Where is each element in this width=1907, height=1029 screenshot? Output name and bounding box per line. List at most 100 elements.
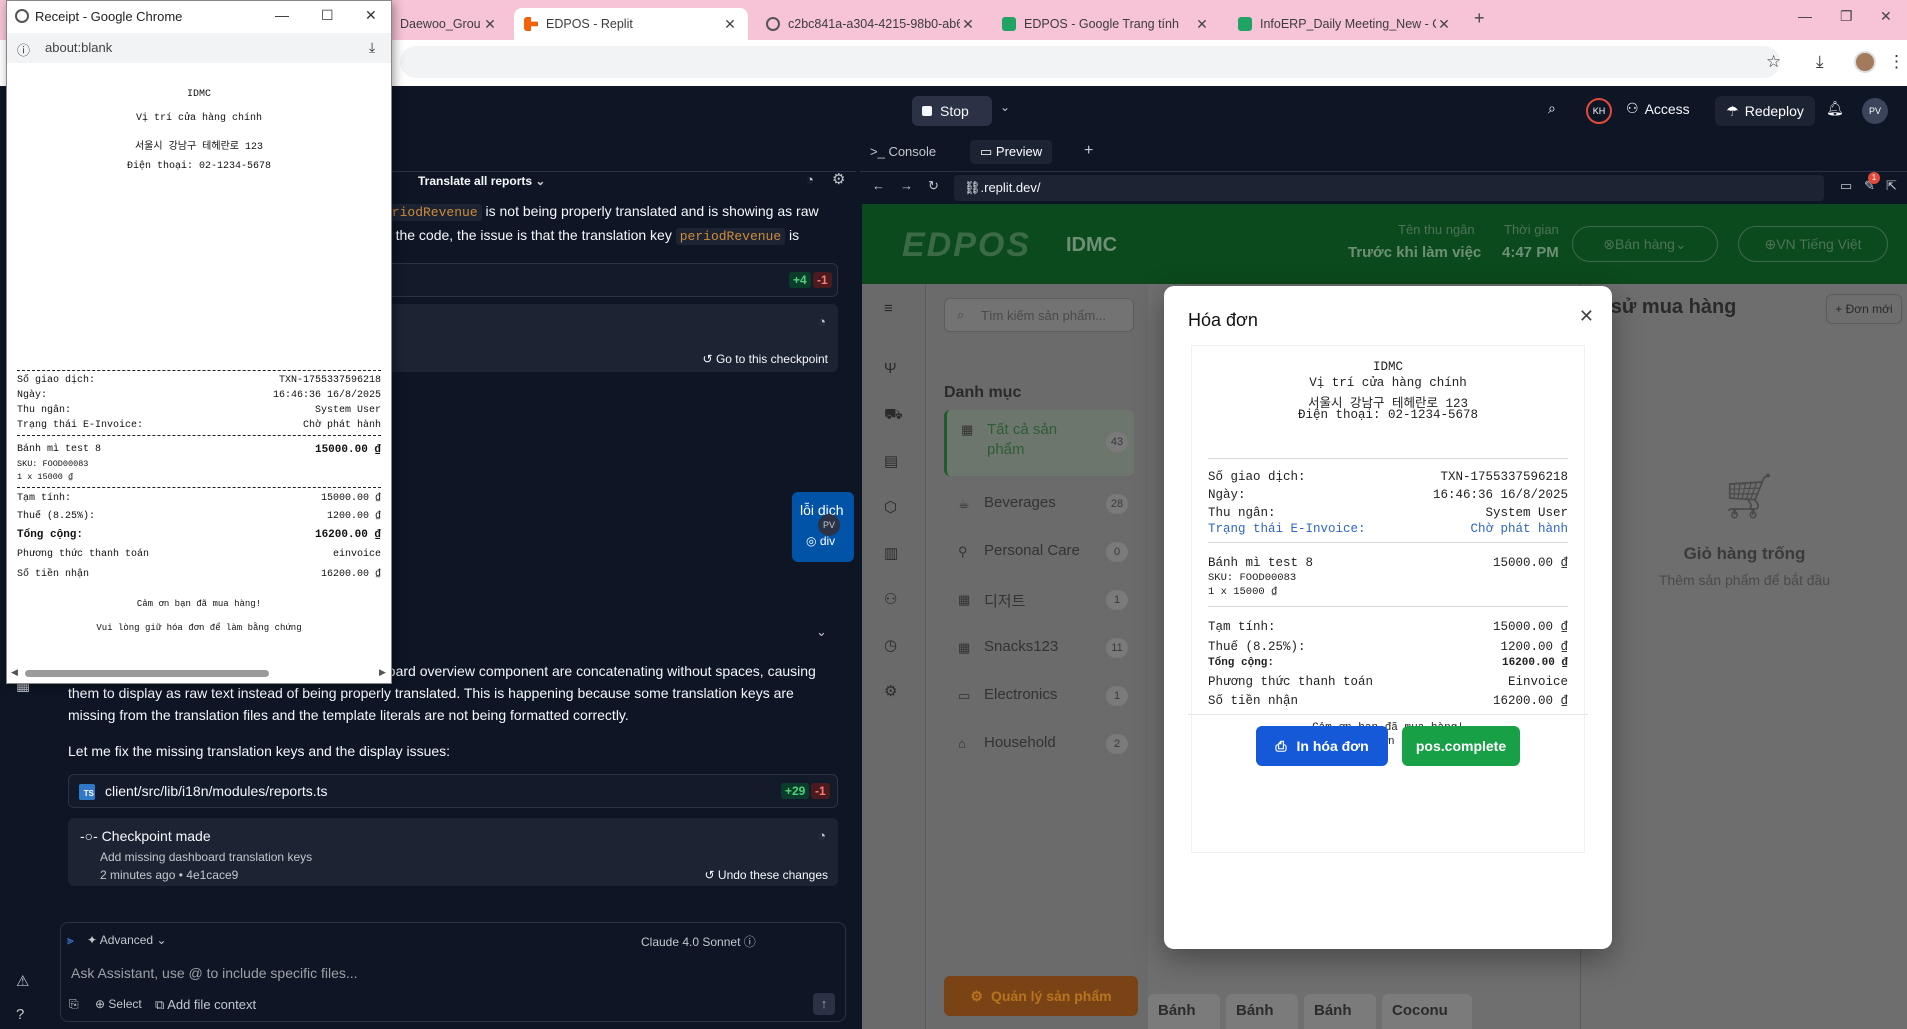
speedometer-icon[interactable]: ◔ bbox=[806, 172, 814, 187]
notification-bell-icon[interactable]: 🔔︎ bbox=[1826, 100, 1844, 117]
undo-changes-link[interactable]: ↺ Undo these changes bbox=[705, 868, 828, 882]
chart-icon[interactable]: ▥ bbox=[884, 544, 898, 562]
category-item-household[interactable]: ⌂ Household 2 bbox=[944, 724, 1134, 764]
close-icon[interactable]: ✕ bbox=[1579, 306, 1594, 327]
print-invoice-button[interactable]: ⎙ In hóa đơn bbox=[1256, 726, 1388, 766]
additions-count: +29 bbox=[781, 783, 810, 799]
speedometer-icon[interactable]: ◔ bbox=[818, 314, 826, 329]
attach-icon[interactable]: ⎘ bbox=[69, 997, 79, 1012]
category-item-snacks[interactable]: ▦ Snacks123 11 bbox=[944, 628, 1134, 668]
tab-daewoo[interactable]: Daewoo_Grou ✕ bbox=[390, 8, 508, 40]
tab-uuid[interactable]: c2bc841a-a304-4215-98b0-ab6 ✕ bbox=[756, 8, 986, 40]
download-icon[interactable]: ⤓ bbox=[369, 39, 375, 56]
category-item-beverages[interactable]: ☕︎ Beverages 28 bbox=[944, 484, 1134, 524]
category-item-personal-care[interactable]: ⚲ Personal Care 0 bbox=[944, 532, 1134, 572]
message-text: is bbox=[785, 227, 800, 243]
sales-mode-button[interactable]: ⊗ Bán hàng ⌄ bbox=[1572, 226, 1718, 262]
file-change-row-1[interactable]: +4 -1 bbox=[380, 263, 838, 297]
close-icon[interactable]: ✕ bbox=[1436, 16, 1452, 33]
omnibox[interactable] bbox=[400, 46, 1780, 78]
language-selector[interactable]: ⊕ VN Tiếng Việt bbox=[1738, 226, 1888, 262]
bookmark-star-icon[interactable]: ☆ bbox=[1766, 52, 1781, 72]
product-card[interactable]: Coconu bbox=[1382, 994, 1472, 1029]
avatar-kh[interactable]: KH bbox=[1586, 98, 1612, 124]
download-icon[interactable]: ⤓ bbox=[1816, 52, 1824, 72]
close-window-icon[interactable]: ✕ bbox=[1880, 8, 1892, 25]
scroll-right-icon[interactable]: ▶ bbox=[379, 667, 386, 678]
forward-arrow-icon[interactable]: → bbox=[900, 178, 913, 193]
popup-date-value: 16:46:36 16/8/2025 bbox=[272, 390, 381, 401]
profile-avatar[interactable] bbox=[1854, 51, 1876, 73]
tax-value: 1200.00 ₫ bbox=[1500, 640, 1568, 654]
manage-products-button[interactable]: ⚙ Quản lý sản phẩm bbox=[944, 976, 1138, 1016]
new-order-button[interactable]: + Đơn mới bbox=[1826, 294, 1902, 324]
tab-edpos-replit[interactable]: EDPOS - Replit ✕ bbox=[514, 8, 748, 40]
send-button[interactable]: ↑ bbox=[813, 993, 835, 1015]
avatar-pv[interactable]: PV bbox=[1862, 98, 1888, 124]
model-label: Claude 4.0 Sonnet bbox=[641, 935, 741, 949]
maximize-icon[interactable]: ☐ bbox=[321, 7, 334, 24]
stop-menu-chevron-icon[interactable]: ⌄ bbox=[1000, 100, 1010, 114]
close-icon[interactable]: ✕ bbox=[960, 16, 976, 33]
file-change-row-2[interactable]: TS client/src/lib/i18n/modules/reports.t… bbox=[68, 774, 838, 808]
product-card[interactable]: Bánh bbox=[1148, 994, 1220, 1029]
menu-dots-icon[interactable]: ⋮ bbox=[1888, 52, 1905, 72]
category-item-all[interactable]: ▦ Tất cả sản phẩm 43 bbox=[944, 410, 1134, 476]
close-icon[interactable]: ✕ bbox=[365, 7, 377, 24]
utensils-icon[interactable]: Ψ bbox=[884, 360, 897, 377]
horizontal-scrollbar[interactable] bbox=[25, 670, 269, 677]
help-icon[interactable]: ? bbox=[16, 1006, 24, 1023]
category-item-electronics[interactable]: ▭ Electronics 1 bbox=[944, 676, 1134, 716]
tab-edpos-sheet[interactable]: EDPOS - Google Trang tính ✕ bbox=[992, 8, 1220, 40]
tab-infoerp[interactable]: InfoERP_Daily Meeting_New - C ✕ bbox=[1228, 8, 1462, 40]
restore-icon[interactable]: ❐ bbox=[1840, 8, 1853, 25]
agent-thread-title[interactable]: Translate all reports ⌄ bbox=[418, 174, 545, 188]
settings-gear-icon[interactable]: ⚙ bbox=[832, 170, 845, 188]
product-card[interactable]: Bánh bbox=[1226, 994, 1298, 1029]
redeploy-button[interactable]: ☂ Redeploy bbox=[1715, 96, 1815, 126]
tab-preview[interactable]: ▭ Preview bbox=[970, 140, 1053, 164]
document-icon[interactable]: ▤ bbox=[884, 452, 898, 470]
new-tab-icon[interactable]: + bbox=[1474, 8, 1485, 29]
model-selector[interactable]: Claude 4.0 Sonnet ⓘ bbox=[641, 933, 756, 950]
speedometer-icon[interactable]: ◔ bbox=[818, 828, 826, 843]
open-new-window-icon[interactable]: ⇱ bbox=[1886, 178, 1897, 194]
element-tag-chip[interactable]: ◎ div bbox=[806, 534, 835, 548]
product-search-input[interactable]: ⌕ Tìm kiếm sản phẩm... bbox=[944, 298, 1134, 332]
reload-icon[interactable]: ↻ bbox=[928, 178, 939, 194]
search-icon[interactable]: ⌕ bbox=[1548, 100, 1556, 117]
collapse-chevron-icon[interactable]: ⌄ bbox=[816, 624, 827, 640]
category-item-dessert[interactable]: ▦ 디저트 1 bbox=[944, 580, 1134, 620]
advanced-dropdown[interactable]: ✦ Advanced ⌄ bbox=[87, 933, 167, 947]
minimize-icon[interactable]: — bbox=[1798, 8, 1812, 24]
assistant-input[interactable]: Ask Assistant, use @ to include specific… bbox=[71, 965, 358, 981]
txn-label: Số giao dịch: bbox=[1208, 470, 1306, 484]
bug-icon[interactable]: ⚠ bbox=[16, 972, 29, 990]
select-element-button[interactable]: ⊕ Select bbox=[95, 997, 142, 1011]
close-icon[interactable]: ✕ bbox=[482, 16, 498, 33]
close-icon[interactable]: ✕ bbox=[1194, 16, 1210, 33]
preview-url-input[interactable]: ⛓.replit.dev/ bbox=[954, 175, 1824, 201]
popup-url[interactable]: about:blank bbox=[45, 40, 112, 55]
go-to-checkpoint-link[interactable]: ↺ Go to this checkpoint bbox=[703, 352, 828, 366]
add-tab-icon[interactable]: + bbox=[1084, 142, 1093, 160]
stop-button[interactable]: Stop bbox=[912, 96, 992, 126]
clock-icon[interactable]: ◷ bbox=[884, 636, 897, 654]
info-icon[interactable]: ⓘ bbox=[17, 40, 30, 59]
access-button[interactable]: ⚇ Access bbox=[1626, 100, 1690, 117]
scroll-left-icon[interactable]: ◀ bbox=[11, 667, 18, 678]
cart-icon[interactable]: ⛟ bbox=[884, 406, 903, 425]
close-icon[interactable]: ✕ bbox=[722, 16, 738, 33]
complete-button[interactable]: pos.complete bbox=[1402, 726, 1520, 766]
devices-icon[interactable]: ▭ bbox=[1840, 178, 1852, 194]
add-file-context-button[interactable]: ⧉ Add file context bbox=[155, 997, 256, 1013]
item-qty: 1 x 15000 ₫ bbox=[1208, 586, 1278, 598]
menu-icon[interactable]: ≡ bbox=[884, 300, 893, 317]
tab-console[interactable]: >_ Console bbox=[870, 144, 936, 159]
box-icon[interactable]: ⬡ bbox=[884, 498, 897, 516]
product-card[interactable]: Bánh bbox=[1304, 994, 1376, 1029]
settings-icon[interactable]: ⚙ bbox=[884, 682, 897, 700]
users-icon[interactable]: ⚇ bbox=[884, 590, 897, 608]
back-arrow-icon[interactable]: ← bbox=[872, 178, 885, 193]
minimize-icon[interactable]: — bbox=[275, 7, 289, 23]
